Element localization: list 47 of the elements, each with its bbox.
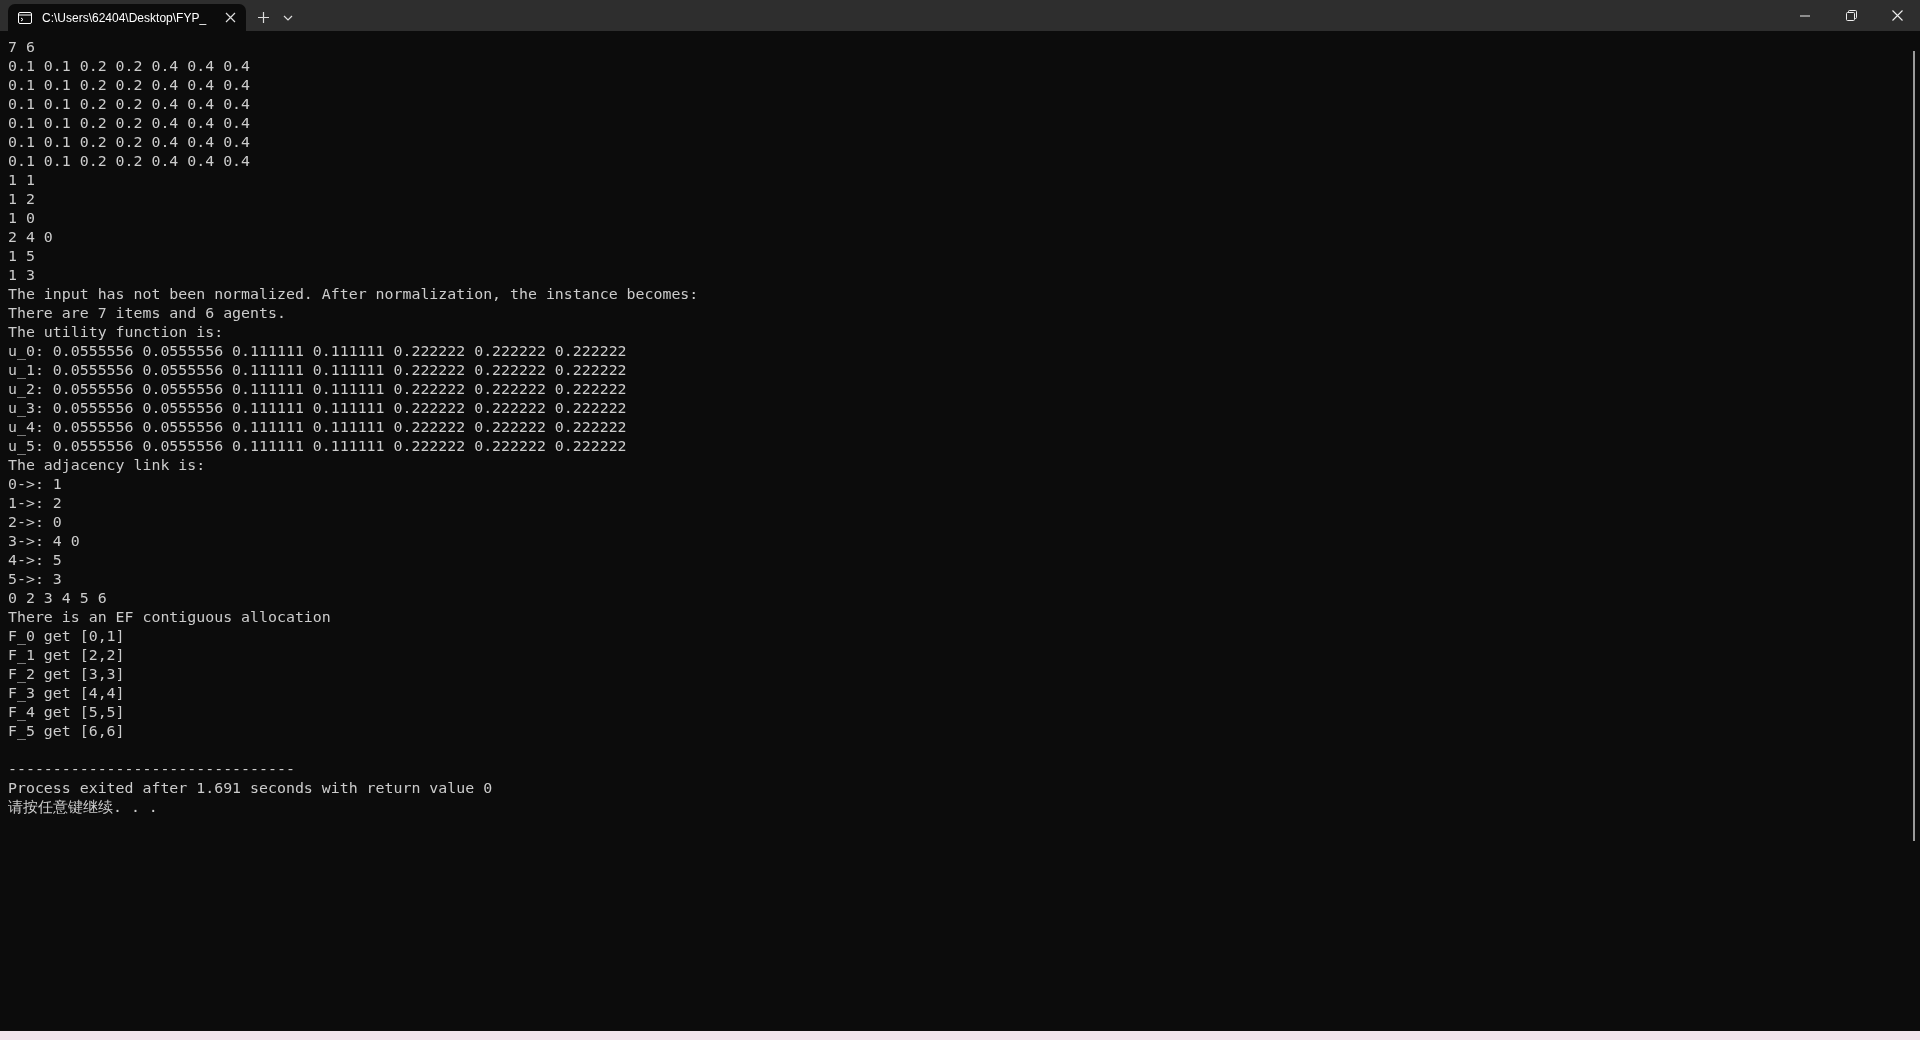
console-line: 1 3 xyxy=(8,266,35,285)
console-line: 0 2 3 4 5 6 xyxy=(8,589,107,608)
terminal-tab[interactable]: C:\Users\62404\Desktop\FYP_ xyxy=(8,4,246,31)
console-line: F_0 get [0,1] xyxy=(8,627,125,646)
console-line: 4->: 5 xyxy=(8,551,62,570)
console-line: There are 7 items and 6 agents. xyxy=(8,304,286,323)
console-line: 0.1 0.1 0.2 0.2 0.4 0.4 0.4 xyxy=(8,57,251,76)
console-line: The input has not been normalized. After normalization, the instance becomes: xyxy=(8,285,699,304)
console-line: 1 2 xyxy=(8,190,35,209)
console-line: 1 5 xyxy=(8,247,35,266)
console-line: 5->: 3 xyxy=(8,570,62,589)
console-line: F_2 get [3,3] xyxy=(8,665,125,684)
console-line: u_5: 0.0555556 0.0555556 0.111111 0.111111 0.222222 0.222222 0.222222 xyxy=(8,437,627,456)
close-icon[interactable] xyxy=(225,12,236,23)
console-line: u_1: 0.0555556 0.0555556 0.111111 0.111111 0.222222 0.222222 0.222222 xyxy=(8,361,627,380)
separator-line: -------------------------------- xyxy=(8,760,295,779)
console-line: F_5 get [6,6] xyxy=(8,722,125,741)
console-line: u_2: 0.0555556 0.0555556 0.111111 0.111111 0.222222 0.222222 0.222222 xyxy=(8,380,627,399)
console-line: 1 1 xyxy=(8,171,35,190)
console-line: The adjacency link is: xyxy=(8,456,206,475)
console-line: 请按任意键继续. . . xyxy=(8,798,158,817)
console-line: F_4 get [5,5] xyxy=(8,703,125,722)
console-line: 1->: 2 xyxy=(8,494,62,513)
console-line: 0->: 1 xyxy=(8,475,62,494)
console-line: 0.1 0.1 0.2 0.2 0.4 0.4 0.4 xyxy=(8,114,251,133)
console-line: 0.1 0.1 0.2 0.2 0.4 0.4 0.4 xyxy=(8,133,251,152)
tab-title: C:\Users\62404\Desktop\FYP_ xyxy=(42,10,208,25)
console-line: 7 6 xyxy=(8,38,35,57)
console-line: 3->: 4 0 xyxy=(8,532,80,551)
console-line: u_3: 0.0555556 0.0555556 0.111111 0.111111 0.222222 0.222222 0.222222 xyxy=(8,399,627,418)
console-line: Process exited after 1.691 seconds with return value 0 xyxy=(8,779,493,798)
chevron-down-icon[interactable] xyxy=(283,14,293,21)
console-line: 2 4 0 xyxy=(8,228,53,247)
console-line: The utility function is: xyxy=(8,323,224,342)
terminal-icon xyxy=(18,11,32,24)
console-line: u_0: 0.0555556 0.0555556 0.111111 0.111111 0.222222 0.222222 0.222222 xyxy=(8,342,627,361)
console-line: 2->: 0 xyxy=(8,513,62,532)
console-line: u_4: 0.0555556 0.0555556 0.111111 0.111111 0.222222 0.222222 0.222222 xyxy=(8,418,627,437)
scrollbar-thumb[interactable] xyxy=(1913,51,1915,841)
console-line: F_1 get [2,2] xyxy=(8,646,125,665)
console-line: F_3 get [4,4] xyxy=(8,684,125,703)
console-line: 0.1 0.1 0.2 0.2 0.4 0.4 0.4 xyxy=(8,152,251,171)
console-line: 0.1 0.1 0.2 0.2 0.4 0.4 0.4 xyxy=(8,95,251,114)
console-line: There is an EF contiguous allocation xyxy=(8,608,331,627)
console-line: 0.1 0.1 0.2 0.2 0.4 0.4 0.4 xyxy=(8,76,251,95)
console-line: 1 0 xyxy=(8,209,35,228)
plus-icon[interactable] xyxy=(258,12,269,23)
